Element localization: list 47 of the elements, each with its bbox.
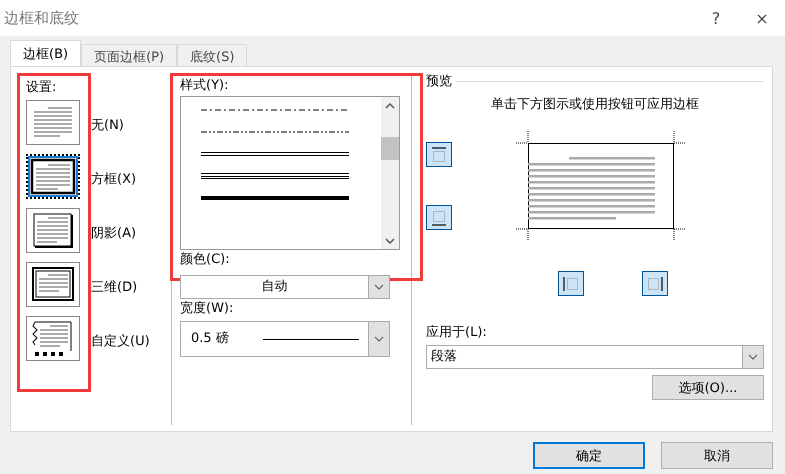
color-value: 自动 (260, 278, 288, 296)
dropdown-caret-icon[interactable] (742, 346, 763, 368)
tab[interactable]: 底纹(S) (177, 44, 248, 66)
border-setting-thumbnail[interactable] (26, 100, 80, 145)
dropdown-caret-icon[interactable] (368, 276, 389, 298)
scrollbar[interactable] (381, 97, 399, 249)
line-style-sample[interactable] (201, 107, 349, 113)
right-border-button[interactable] (642, 271, 668, 296)
setting-label[interactable]: 阴影(A) (91, 211, 150, 265)
dialog-button[interactable]: 确定 (533, 442, 645, 469)
settings-label: 设置: (26, 79, 58, 97)
left-border-button[interactable] (558, 271, 584, 296)
bottom-border-button[interactable] (426, 205, 452, 230)
line-style-sample[interactable] (201, 129, 349, 135)
border-setting-thumbnail[interactable] (26, 208, 80, 253)
border-setting-thumbnail[interactable] (26, 316, 80, 361)
setting-label[interactable]: 方框(X) (91, 157, 150, 211)
setting-label[interactable]: 自定义(U) (91, 319, 150, 373)
apply-to-value: 段落 (430, 348, 458, 366)
setting-label[interactable]: 三维(D) (91, 265, 150, 319)
border-setting-thumbnail[interactable] (26, 154, 80, 199)
preview-hint: 单击下方图示或使用按钮可应用边框 (490, 97, 700, 112)
color-label: 颜色(C): (180, 251, 231, 269)
line-style-sample[interactable] (201, 151, 349, 157)
apply-to-dropdown[interactable]: 段落 (426, 345, 764, 369)
line-style-sample[interactable] (201, 173, 349, 179)
width-label: 宽度(W): (180, 300, 234, 318)
options-button[interactable]: 选项(O)... (652, 375, 764, 400)
close-button[interactable]: × (739, 8, 785, 28)
preview-title: 预览 (426, 73, 452, 90)
help-button[interactable]: ? (693, 8, 739, 28)
tab[interactable]: 边框(B) (10, 40, 82, 66)
border-icon (429, 144, 449, 164)
window-title: 边框和底纹 (4, 8, 80, 28)
line-style-sample[interactable] (201, 195, 349, 201)
line-style-list[interactable] (180, 96, 400, 250)
color-dropdown[interactable]: 自动 (180, 275, 390, 299)
tab[interactable]: 页面边框(P) (81, 44, 178, 66)
scroll-thumb[interactable] (381, 136, 399, 160)
width-dropdown[interactable]: 0.5 磅 (180, 321, 390, 357)
top-border-button[interactable] (426, 142, 452, 167)
dialog-button[interactable]: 取消 (661, 442, 773, 469)
setting-label[interactable]: 无(N) (91, 103, 150, 157)
apply-to-label: 应用于(L): (426, 324, 488, 342)
border-setting-thumbnail[interactable] (26, 262, 80, 307)
width-value: 0.5 磅 (191, 330, 229, 348)
style-label: 样式(Y): (180, 77, 230, 95)
